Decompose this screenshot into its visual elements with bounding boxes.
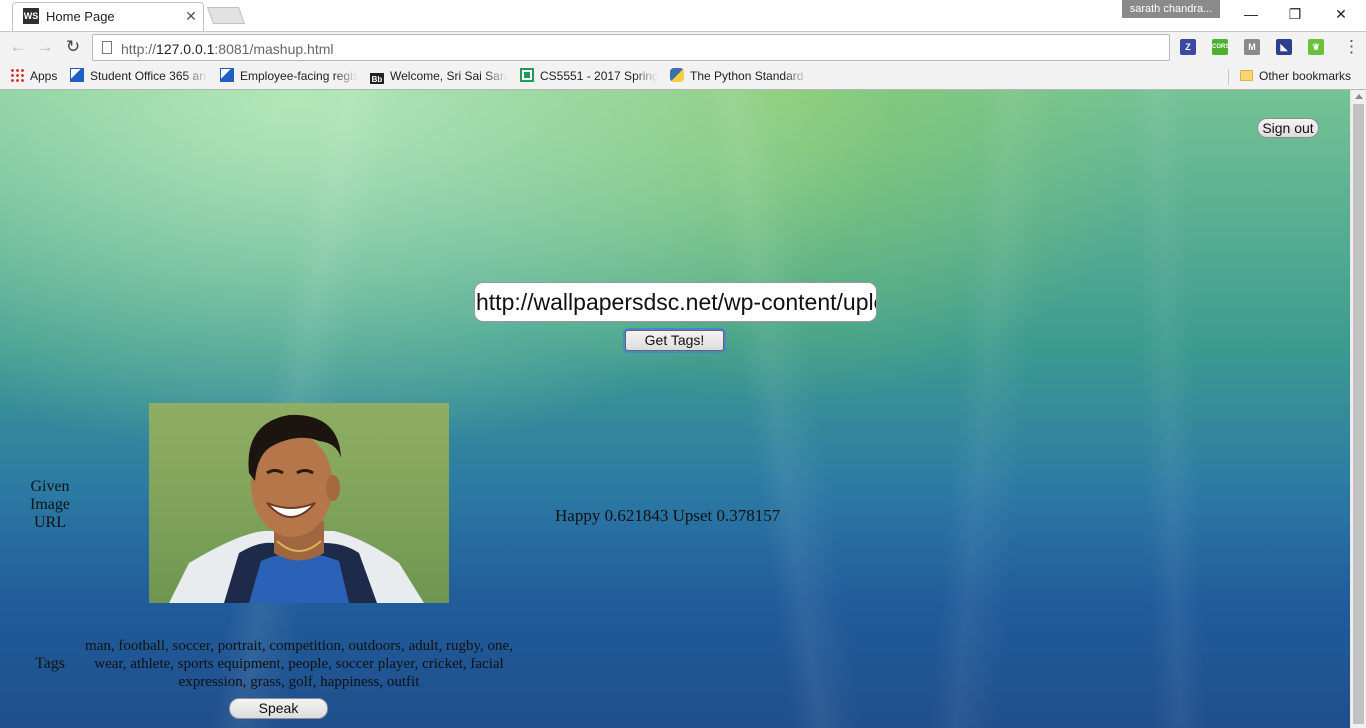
folder-icon <box>1240 70 1253 81</box>
m-extension-icon[interactable]: M <box>1244 39 1260 55</box>
ws-favicon-icon: WS <box>23 8 39 24</box>
vpn-extension-icon[interactable]: ◣ <box>1276 39 1292 55</box>
zotero-extension-icon[interactable]: Z <box>1180 39 1196 55</box>
address-bar[interactable]: http://127.0.0.1:8081/mashup.html <box>92 34 1170 61</box>
back-icon[interactable]: ← <box>8 37 28 57</box>
portrait-photo <box>169 414 424 603</box>
bookmark-apps[interactable]: Apps <box>10 68 62 84</box>
bookmark-blackboard[interactable]: Bb Welcome, Sri Sai Sarat <box>370 68 508 84</box>
leaf-extension-icon[interactable]: ❦ <box>1308 39 1324 55</box>
bookmark-favicon-icon <box>220 68 234 82</box>
python-icon <box>670 68 684 82</box>
get-tags-button[interactable]: Get Tags! <box>625 330 724 351</box>
page-scrollbar[interactable] <box>1350 90 1366 728</box>
tags-label: Tags <box>35 655 65 672</box>
speak-button[interactable]: Speak <box>229 698 328 719</box>
chrome-menu-icon[interactable]: ⋮ <box>1343 37 1360 57</box>
restore-icon[interactable]: ❐ <box>1280 3 1310 25</box>
page-icon <box>102 41 112 54</box>
bookmark-employee-facing[interactable]: Employee-facing regis <box>220 68 358 84</box>
reload-icon[interactable]: ↻ <box>63 37 83 57</box>
bookmarks-bar: Apps Student Office 365 an Employee-faci… <box>0 63 1366 90</box>
profile-button[interactable]: sarath chandra... <box>1122 0 1220 18</box>
sign-out-button[interactable]: Sign out <box>1257 118 1319 138</box>
image-url-field[interactable] <box>476 283 876 321</box>
cors-extension-icon[interactable]: CORS <box>1212 39 1229 55</box>
bookmarks-separator <box>1228 69 1229 85</box>
close-window-icon[interactable]: ✕ <box>1326 3 1356 25</box>
new-tab-button[interactable] <box>206 7 246 24</box>
title-bar: WS Home Page ✕ sarath chandra... — ❐ ✕ <box>0 0 1366 31</box>
bookmark-student-office[interactable]: Student Office 365 an <box>70 68 208 84</box>
browser-tab[interactable]: WS Home Page ✕ <box>12 2 204 31</box>
close-tab-icon[interactable]: ✕ <box>183 8 199 24</box>
minimize-icon[interactable]: — <box>1236 3 1266 25</box>
given-image-url-label: Given Image URL <box>30 478 70 531</box>
scrollbar-thumb[interactable] <box>1353 104 1364 724</box>
page-content: Sign out Get Tags! Given Image URL <box>0 90 1350 728</box>
tags-list: man, football, soccer, portrait, competi… <box>85 638 513 690</box>
scroll-up-icon[interactable] <box>1355 94 1363 99</box>
bookmark-other[interactable]: Other bookmarks <box>1240 68 1355 84</box>
emotion-result: Happy 0.621843 Upset 0.378157 <box>555 506 781 525</box>
browser-toolbar: ← → ↻ http://127.0.0.1:8081/mashup.html … <box>0 31 1366 63</box>
bookmark-python-docs[interactable]: The Python Standard L <box>670 68 808 84</box>
sheets-icon <box>520 68 534 82</box>
bookmark-favicon-icon <box>70 68 84 82</box>
tab-title: Home Page <box>46 9 115 24</box>
given-image <box>149 403 449 603</box>
apps-grid-icon <box>10 68 24 82</box>
blackboard-icon: Bb <box>370 73 384 84</box>
bookmark-cs5551[interactable]: CS5551 - 2017 Spring <box>520 68 658 84</box>
forward-icon[interactable]: → <box>35 37 55 57</box>
address-url[interactable]: http://127.0.0.1:8081/mashup.html <box>121 41 334 57</box>
image-url-input[interactable] <box>474 282 877 322</box>
